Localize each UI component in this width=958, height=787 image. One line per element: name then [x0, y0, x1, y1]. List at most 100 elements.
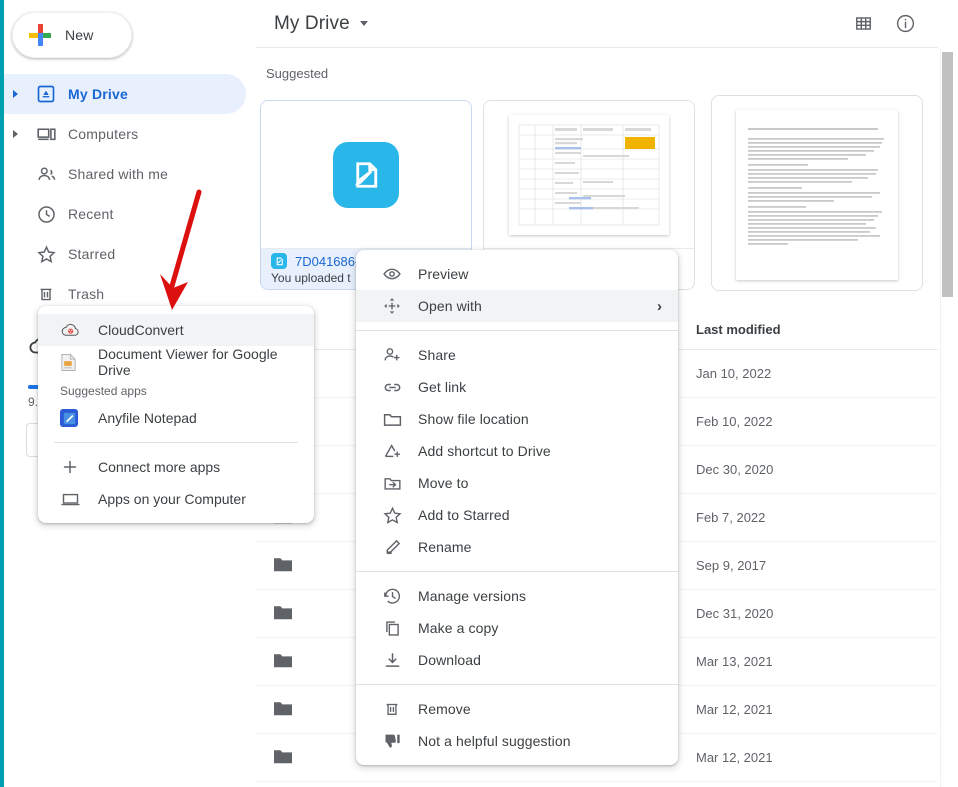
context-menu-item-open-with[interactable]: Open with › — [356, 290, 678, 322]
row-last-modified: Dec 30, 2020 — [696, 462, 774, 477]
context-menu-item-preview[interactable]: Preview — [356, 258, 678, 290]
storage-usage-text: 9. — [28, 395, 39, 409]
pencil-icon — [382, 537, 418, 558]
context-menu-item-manage-versions[interactable]: Manage versions — [356, 580, 678, 612]
context-menu-item-rename[interactable]: Rename — [356, 531, 678, 563]
star-icon — [26, 244, 66, 265]
context-menu-item-label: Not a helpful suggestion — [418, 733, 571, 749]
browser-right-edge — [954, 0, 958, 787]
browser-left-edge — [0, 0, 4, 787]
chevron-down-icon[interactable] — [359, 21, 368, 26]
sidebar-item-label: Shared with me — [68, 166, 169, 182]
card-thumbnail — [712, 96, 922, 290]
sidebar-item-starred[interactable]: Starred — [4, 234, 246, 274]
context-menu-item-label: Download — [418, 652, 482, 668]
top-bar-actions — [854, 13, 938, 34]
thumb-down-icon — [382, 731, 418, 752]
card-thumbnail — [484, 101, 694, 249]
context-menu-item-move-to[interactable]: Move to — [356, 467, 678, 499]
new-button-label: New — [65, 27, 94, 43]
submenu-separator — [54, 442, 298, 443]
open-with-submenu: CloudConvert Document Viewer for Google … — [38, 306, 314, 523]
context-menu-item-make-a-copy[interactable]: Make a copy — [356, 612, 678, 644]
new-button[interactable]: New — [12, 12, 132, 58]
sidebar-item-computers[interactable]: Computers — [4, 114, 246, 154]
person-add-icon — [382, 345, 418, 365]
context-menu-item-not-a-helpful-suggestion[interactable]: Not a helpful suggestion — [356, 725, 678, 757]
submenu-item-apps-on-your-computer[interactable]: Apps on your Computer — [38, 483, 314, 515]
context-menu-item-label: Manage versions — [418, 588, 527, 604]
eye-icon — [382, 264, 418, 284]
context-menu-item-label: Move to — [418, 475, 469, 491]
folder-icon — [272, 699, 294, 720]
folder-icon — [382, 409, 418, 430]
suggested-apps-header: Suggested apps — [60, 384, 147, 398]
folder-icon — [272, 555, 294, 576]
plus-icon — [29, 24, 51, 46]
suggested-card[interactable] — [711, 95, 923, 291]
copy-icon — [382, 618, 418, 639]
folder-icon — [272, 747, 294, 768]
context-menu-item-download[interactable]: Download — [356, 644, 678, 676]
context-menu-item-label: Add to Starred — [418, 507, 510, 523]
context-menu-item-show-file-location[interactable]: Show file location — [356, 403, 678, 435]
sidebar-item-shared-with-me[interactable]: Shared with me — [4, 154, 246, 194]
sidebar-item-label: Recent — [68, 206, 114, 222]
move-to-icon — [382, 473, 418, 494]
context-menu-item-label: Show file location — [418, 411, 529, 427]
context-menu-item-label: Open with — [418, 298, 482, 314]
context-menu-item-remove[interactable]: Remove — [356, 693, 678, 725]
column-header-last-modified[interactable]: Last modified — [696, 322, 896, 337]
star-icon — [382, 505, 418, 526]
context-menu-item-add-to-starred[interactable]: Add to Starred — [356, 499, 678, 531]
row-last-modified: Jan 10, 2022 — [696, 366, 772, 381]
download-icon — [382, 650, 418, 671]
row-last-modified: Mar 12, 2021 — [696, 750, 773, 765]
expand-caret-icon[interactable] — [4, 90, 26, 98]
context-menu-item-share[interactable]: Share — [356, 339, 678, 371]
context-menu-item-add-shortcut-to-drive[interactable]: Add shortcut to Drive — [356, 435, 678, 467]
submenu-item-label: Document Viewer for Google Drive — [98, 346, 278, 378]
info-icon[interactable] — [895, 13, 916, 34]
row-last-modified: Dec 31, 2020 — [696, 606, 774, 621]
submenu-item-document-viewer[interactable]: Document Viewer for Google Drive — [38, 346, 314, 378]
laptop-icon — [60, 489, 98, 510]
trash-icon — [26, 284, 66, 304]
chevron-right-icon: › — [657, 297, 662, 315]
shortcut-add-icon — [382, 441, 418, 462]
row-last-modified: Feb 10, 2022 — [696, 414, 773, 429]
sidebar-item-my-drive[interactable]: My Drive — [4, 74, 246, 114]
submenu-item-label: CloudConvert — [98, 322, 184, 338]
plus-icon — [60, 457, 98, 477]
context-menu-item-label: Remove — [418, 701, 471, 717]
sidebar-item-recent[interactable]: Recent — [4, 194, 246, 234]
spreadsheet-preview — [509, 114, 669, 235]
context-menu-item-label: Rename — [418, 539, 472, 555]
context-menu-item-get-link[interactable]: Get link — [356, 371, 678, 403]
sidebar-item-label: Starred — [68, 246, 116, 262]
open-with-icon — [382, 296, 418, 316]
drive-app-window: New My Drive Computers Shared with me Re… — [0, 0, 958, 787]
row-last-modified: Mar 12, 2021 — [696, 702, 773, 717]
submenu-item-cloudconvert[interactable]: CloudConvert — [38, 314, 314, 346]
context-menu-item-label: Preview — [418, 266, 469, 282]
anyfile-notepad-icon — [60, 409, 98, 427]
trash-icon — [382, 699, 418, 719]
clock-icon — [26, 204, 66, 225]
context-menu-item-label: Make a copy — [418, 620, 499, 636]
sidebar-item-label: Trash — [68, 286, 105, 302]
row-last-modified: Mar 13, 2021 — [696, 654, 773, 669]
page-title[interactable]: My Drive — [274, 13, 350, 35]
expand-caret-icon[interactable] — [4, 130, 26, 138]
vertical-scrollbar-thumb[interactable] — [942, 52, 953, 297]
submenu-item-anyfile-notepad[interactable]: Anyfile Notepad — [38, 402, 314, 434]
cloudconvert-file-icon — [271, 253, 287, 269]
row-last-modified: Sep 9, 2017 — [696, 558, 767, 573]
context-menu-item-label: Add shortcut to Drive — [418, 443, 551, 459]
card-thumbnail — [261, 101, 471, 249]
folder-icon — [272, 651, 294, 672]
sidebar-item-label: My Drive — [68, 86, 128, 102]
submenu-item-connect-more-apps[interactable]: Connect more apps — [38, 451, 314, 483]
submenu-item-label: Apps on your Computer — [98, 491, 246, 507]
grid-view-icon[interactable] — [854, 14, 873, 33]
